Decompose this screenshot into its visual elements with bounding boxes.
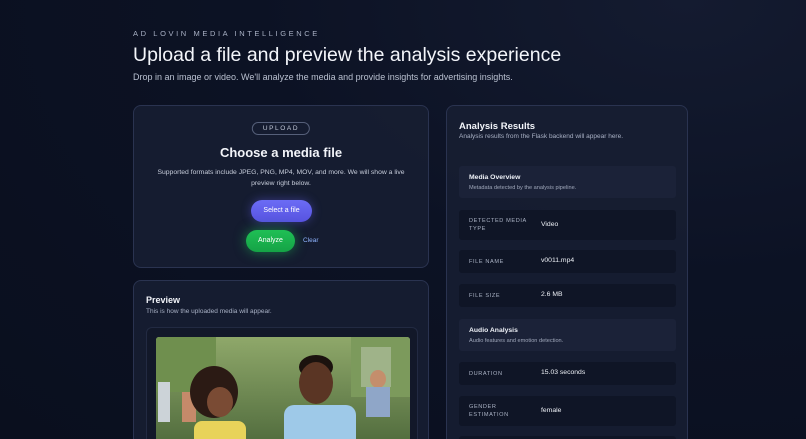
field-value: Video	[541, 221, 559, 228]
section-subtitle: Audio features and emotion detection.	[469, 338, 564, 344]
app-eyebrow: AD LOVIN MEDIA INTELLIGENCE	[133, 29, 320, 38]
upload-title: Choose a media file	[219, 145, 343, 160]
file-name-row: FILE NAME v0011.mp4	[459, 250, 676, 273]
field-label: FILE SIZE	[469, 293, 501, 299]
analyze-button[interactable]: Analyze	[246, 230, 295, 252]
field-value: v0011.mp4	[541, 257, 575, 264]
preview-title: Preview	[146, 295, 181, 305]
video-preview[interactable]	[156, 337, 410, 439]
select-file-button[interactable]: Select a file	[251, 200, 312, 222]
page-subtitle: Drop in an image or video. We'll analyze…	[133, 72, 513, 82]
preview-subtitle: This is how the uploaded media will appe…	[146, 308, 272, 315]
preview-card: Preview This is how the uploaded media w…	[133, 280, 429, 439]
upload-badge: UPLOAD	[251, 122, 311, 135]
section-subtitle: Metadata detected by the analysis pipeli…	[469, 185, 577, 191]
section-title: Audio Analysis	[469, 327, 518, 334]
clear-button[interactable]: Clear	[303, 237, 319, 244]
preview-frame	[146, 327, 418, 439]
field-label: DETECTED MEDIA TYPE	[469, 218, 527, 232]
detected-media-type-row: DETECTED MEDIA TYPE Video	[459, 210, 676, 240]
field-label: FILE NAME	[469, 259, 504, 265]
field-value: 15.03 seconds	[541, 369, 586, 376]
gender-estimation-row: GENDER ESTIMATION female	[459, 396, 676, 426]
section-title: Media Overview	[469, 174, 521, 181]
analysis-results-card: Analysis Results Analysis results from t…	[446, 105, 688, 439]
duration-row: DURATION 15.03 seconds	[459, 362, 676, 385]
field-value: female	[541, 407, 562, 414]
upload-card[interactable]: UPLOAD Choose a media file Supported for…	[133, 105, 429, 268]
video-frame-illustration	[156, 337, 410, 439]
field-label: DURATION	[469, 371, 503, 377]
audio-analysis-section: Audio Analysis Audio features and emotio…	[459, 319, 676, 351]
results-subtitle: Analysis results from the Flask backend …	[459, 133, 624, 140]
supported-formats-text: Supported formats include JPEG, PNG, MP4…	[157, 169, 405, 187]
file-size-row: FILE SIZE 2.6 MB	[459, 284, 676, 307]
results-title: Analysis Results	[459, 121, 536, 132]
field-label: GENDER ESTIMATION	[469, 404, 509, 418]
page-title: Upload a file and preview the analysis e…	[133, 44, 562, 66]
media-overview-section: Media Overview Metadata detected by the …	[459, 166, 676, 198]
field-value: 2.6 MB	[541, 291, 563, 298]
